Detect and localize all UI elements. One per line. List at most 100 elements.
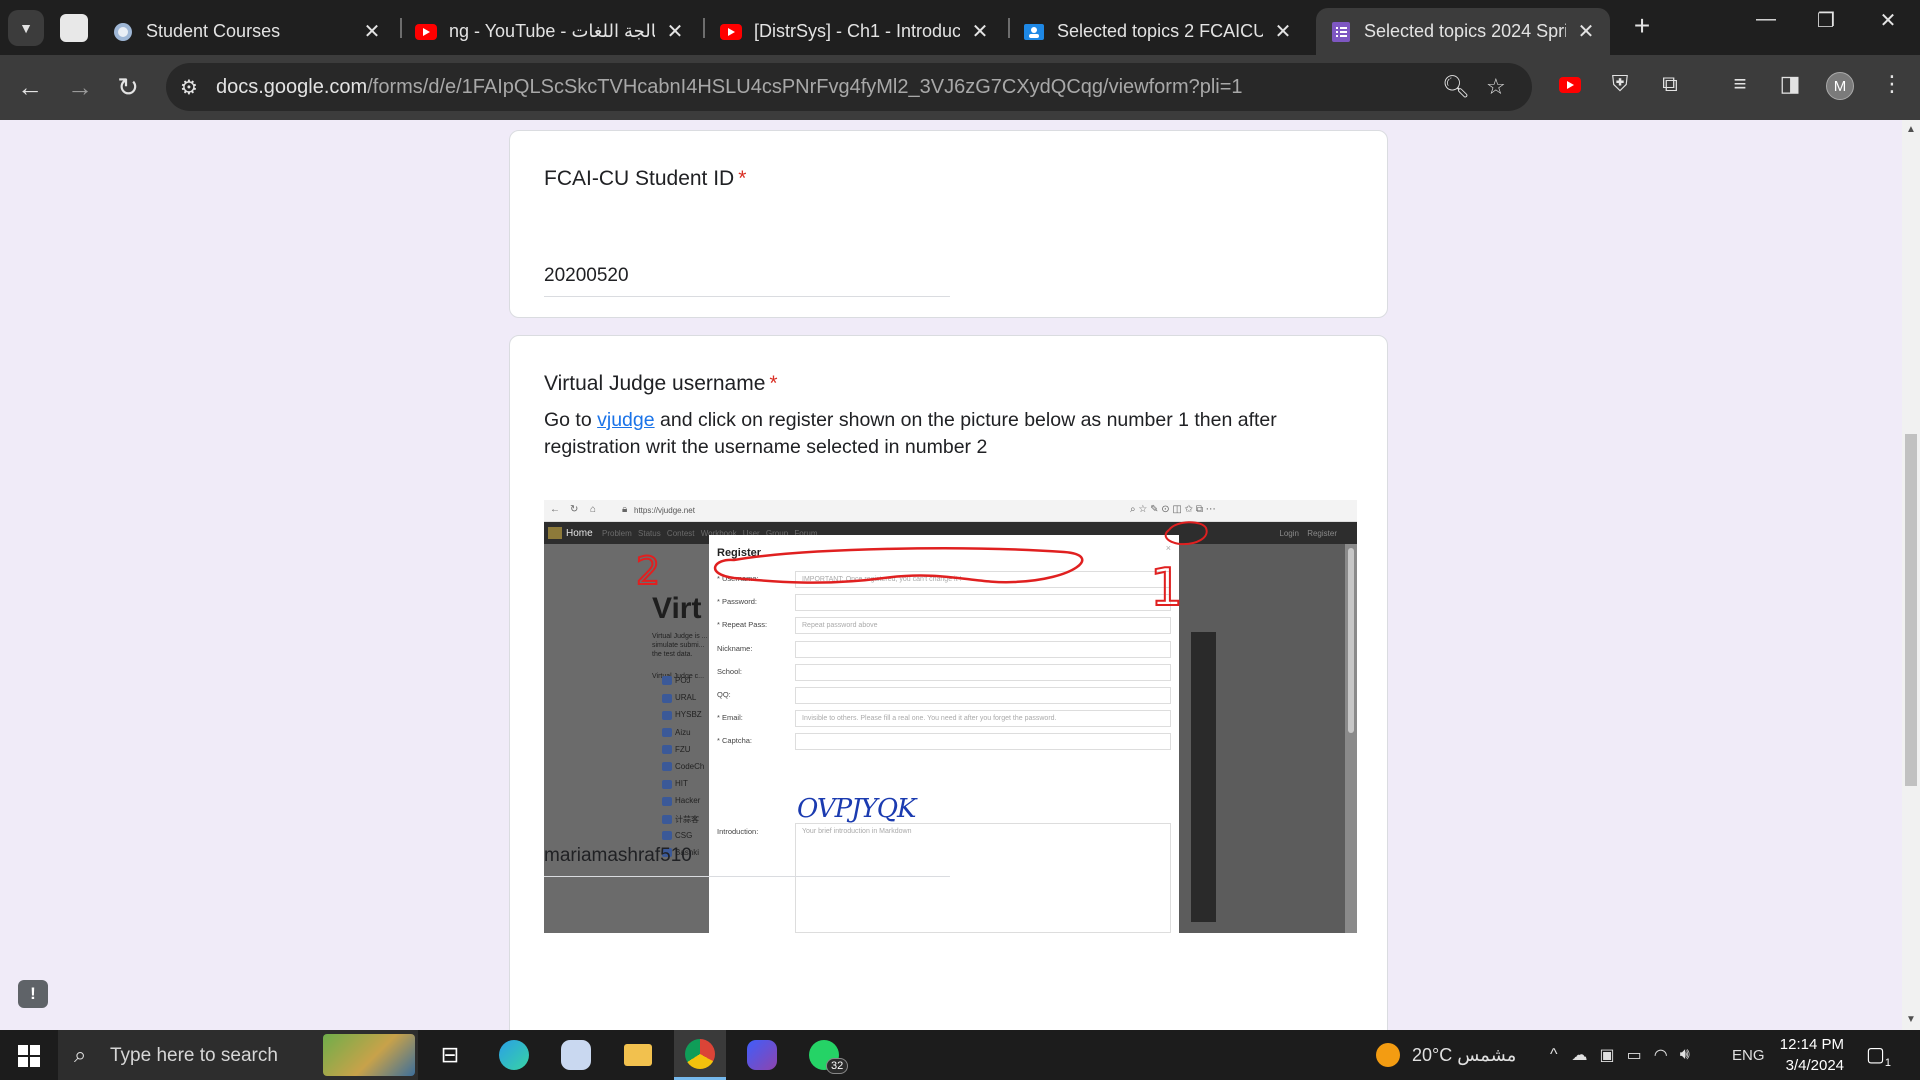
page-viewport: FCAI-CU Student ID * 20200520 Virtual Jud…	[0, 120, 1902, 1030]
address-bar[interactable]: ⚙ docs.google.com/forms/d/e/1FAIpQLScSkc…	[166, 63, 1532, 111]
chrome-icon[interactable]	[674, 1030, 726, 1080]
desc-text: and click on register shown on the pictu…	[544, 409, 1277, 458]
battery-icon[interactable]: ▭	[1627, 1045, 1642, 1065]
tab-close-icon[interactable]: ✕	[665, 19, 685, 44]
tab-title: Selected topics 2024 Spring	[1364, 21, 1566, 41]
minimize-button[interactable]: —	[1746, 8, 1786, 31]
forms-icon	[1330, 21, 1352, 43]
question-title: FCAI-CU Student ID *	[544, 167, 746, 191]
tab-classroom[interactable]: Selected topics 2 FCAICU sp ✕	[1013, 8, 1303, 55]
sun-icon	[1376, 1043, 1400, 1067]
forward-button[interactable]: →	[62, 71, 98, 103]
tab-close-icon[interactable]: ✕	[362, 19, 382, 44]
tab-close-icon[interactable]: ✕	[970, 19, 990, 44]
tab-separator	[703, 18, 705, 38]
url-text[interactable]: docs.google.com/forms/d/e/1FAIpQLScSkcTV…	[216, 76, 1243, 99]
tab-title: Selected topics 2 FCAICU sp	[1057, 21, 1263, 41]
restore-button[interactable]: ❐	[1806, 8, 1846, 33]
menu-kebab-icon[interactable]: ⋮	[1876, 71, 1908, 97]
site-info-icon[interactable]: ⚙	[180, 75, 198, 100]
tab-forms-active[interactable]: Selected topics 2024 Spring ✕	[1316, 8, 1610, 55]
scrollbar-thumb[interactable]	[1905, 434, 1917, 786]
volume-icon[interactable]: 🔊︎	[1680, 1046, 1690, 1064]
report-icon: !	[30, 984, 36, 1003]
weather-widget[interactable]: 20°C مشمس	[1376, 1030, 1516, 1080]
question-card-vjudge: Virtual Judge username * Go to vjudge and…	[509, 335, 1388, 1030]
tab-title: [DistrSys] - Ch1 - Introductio	[754, 21, 960, 41]
weather-text: 20°C مشمس	[1412, 1044, 1517, 1065]
question-label: Virtual Judge username	[544, 372, 766, 395]
whatsapp-icon[interactable]: 32	[798, 1030, 850, 1080]
side-panel-icon[interactable]: ◨	[1774, 71, 1806, 97]
app-grid-icon[interactable]	[60, 14, 88, 42]
back-button[interactable]: ←	[12, 71, 48, 103]
whatsapp-badge: 32	[826, 1058, 849, 1074]
media-control-icon[interactable]: ≡	[1724, 71, 1756, 97]
system-tray[interactable]: ^ ☁ ▣ ▭ ◠ 🔊︎	[1550, 1030, 1690, 1080]
scroll-down-arrow-icon[interactable]: ▼	[1906, 1014, 1916, 1025]
desc-text: Go to	[544, 409, 598, 431]
cloud-icon[interactable]: ☁	[1572, 1045, 1588, 1065]
tab-close-icon[interactable]: ✕	[1576, 19, 1596, 44]
windows-taskbar: ⌕ Type here to search ⊟ 32 20°C مشمس ^ ☁…	[0, 1030, 1920, 1080]
youtube-icon	[720, 21, 742, 43]
tab-separator	[1008, 18, 1010, 38]
youtube-icon	[415, 21, 437, 43]
annotation-number-2: 2	[636, 549, 660, 593]
zoom-icon[interactable]: 🔍︎	[1442, 74, 1470, 100]
app-pinwheel-icon[interactable]	[550, 1030, 602, 1080]
question-title: Virtual Judge username *	[544, 372, 778, 396]
profile-avatar[interactable]: M	[1826, 72, 1854, 100]
edge-icon[interactable]	[488, 1030, 540, 1080]
tab-youtube-distrsys[interactable]: [DistrSys] - Ch1 - Introductio ✕	[710, 8, 1000, 55]
tab-close-icon[interactable]: ✕	[1273, 19, 1293, 44]
chevron-up-icon[interactable]: ^	[1550, 1046, 1558, 1064]
vjudge-link[interactable]: vjudge	[597, 409, 654, 431]
notification-count: 1	[1884, 1057, 1892, 1069]
tab-title: ng - YouTube - معالجة اللغات	[449, 21, 655, 41]
wifi-icon[interactable]: ◠	[1654, 1045, 1668, 1065]
notification-center-icon[interactable]: ▢1	[1866, 1042, 1891, 1069]
vjudge-username-input[interactable]: mariamashraf510	[544, 845, 950, 877]
language-indicator[interactable]: ENG	[1732, 1030, 1765, 1080]
tab-search-button[interactable]: ▼	[8, 10, 44, 46]
clock-date: 3/4/2024	[1785, 1057, 1844, 1074]
taskbar-search[interactable]: ⌕ Type here to search	[58, 1030, 418, 1080]
tab-student-courses[interactable]: Student Courses ✕	[102, 8, 392, 55]
question-description: Go to vjudge and click on register shown…	[544, 407, 1344, 461]
tab-separator	[400, 18, 402, 38]
search-placeholder: Type here to search	[110, 1045, 278, 1066]
new-tab-button[interactable]: +	[1624, 10, 1660, 42]
annotation-number-1: 1	[1150, 558, 1183, 618]
search-icon: ⌕	[74, 1042, 87, 1067]
classroom-icon	[1023, 21, 1045, 43]
task-view-icon[interactable]: ⊟	[424, 1030, 476, 1080]
question-label: FCAI-CU Student ID	[544, 167, 735, 190]
close-window-button[interactable]: ✕	[1868, 8, 1908, 33]
feedback-button[interactable]: !	[18, 980, 48, 1008]
youtube-extension-icon[interactable]	[1554, 71, 1586, 97]
tab-youtube-nlp[interactable]: ng - YouTube - معالجة اللغات ✕	[405, 8, 695, 55]
student-id-input[interactable]: 20200520	[544, 265, 950, 297]
required-asterisk: *	[738, 167, 747, 190]
tab-title: Student Courses	[146, 21, 281, 41]
windows-start-icon[interactable]	[18, 1045, 40, 1067]
tab-strip: ▼ Student Courses ✕ ng - YouTube - معالج…	[0, 0, 1920, 55]
clock[interactable]: 12:14 PM 3/4/2024	[1772, 1034, 1844, 1076]
tray-app-icon[interactable]: ▣	[1600, 1045, 1615, 1065]
scroll-up-arrow-icon[interactable]: ▲	[1906, 124, 1916, 135]
media-player-icon[interactable]	[736, 1030, 788, 1080]
url-domain: docs.google.com	[216, 76, 368, 98]
search-highlight-image	[323, 1034, 415, 1076]
url-path: /forms/d/e/1FAIpQLScSkcTVHcabnI4HSLU4csP…	[367, 76, 1243, 98]
extensions-puzzle-icon[interactable]: ⧉	[1654, 71, 1686, 97]
file-explorer-icon[interactable]	[612, 1030, 664, 1080]
bookmark-star-icon[interactable]: ☆	[1486, 74, 1506, 100]
required-asterisk: *	[769, 372, 778, 395]
page-scrollbar[interactable]: ▲ ▼	[1902, 120, 1920, 1030]
question-card-student-id: FCAI-CU Student ID * 20200520	[509, 130, 1388, 318]
reload-button[interactable]: ↻	[110, 71, 146, 103]
shield-extension-icon[interactable]: ⛨	[1604, 71, 1636, 97]
clock-time: 12:14 PM	[1779, 1036, 1844, 1053]
browser-toolbar: ← → ↻ ⚙ docs.google.com/forms/d/e/1FAIpQ…	[0, 55, 1920, 120]
